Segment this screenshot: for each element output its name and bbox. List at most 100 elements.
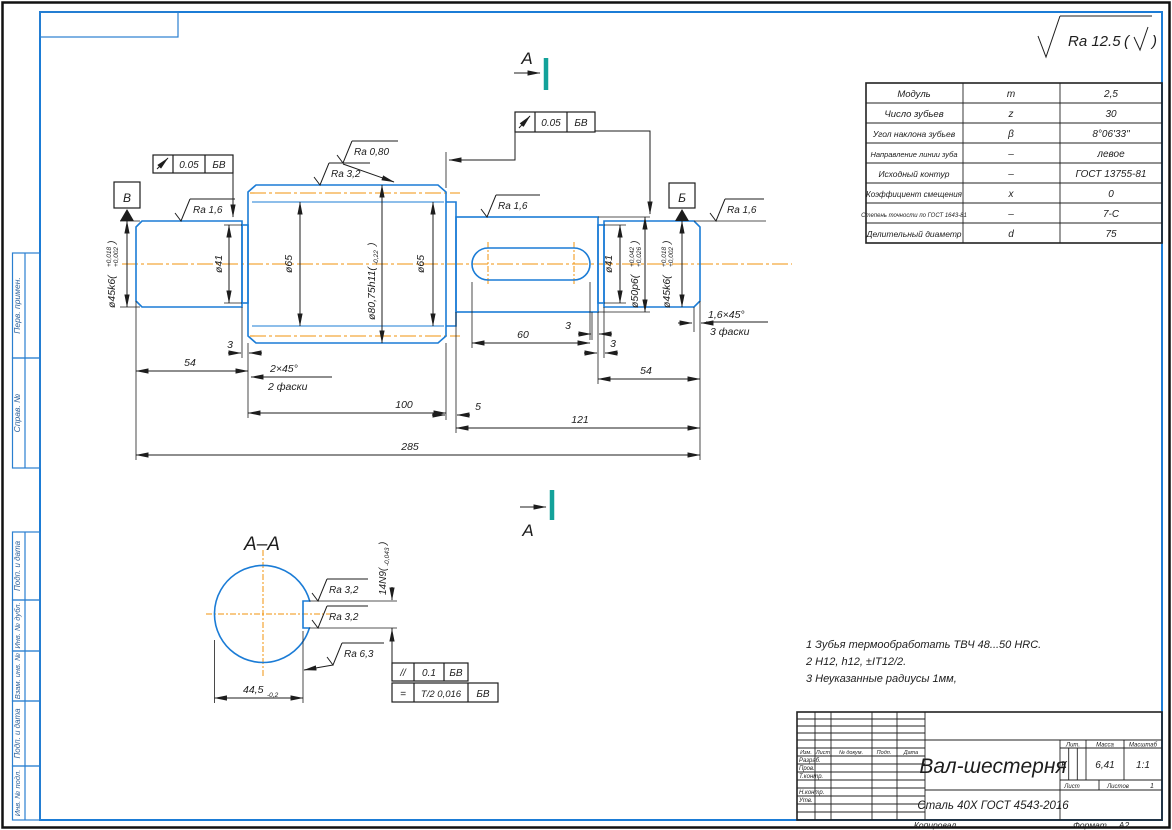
gear-row-label: Коэффициент смещения bbox=[866, 190, 963, 199]
gear-row-label: Число зубьев bbox=[884, 109, 943, 120]
dim-5: 5 bbox=[475, 401, 481, 413]
dim-chamfer-right: 1,6×45° bbox=[708, 309, 745, 321]
ra32-gear-label: Ra 3,2 bbox=[331, 169, 361, 180]
dim-121: 121 bbox=[571, 414, 589, 426]
parallelism-value: 0.1 bbox=[422, 668, 436, 679]
row-prov: Пров. bbox=[799, 766, 815, 772]
sheets-label: Листов bbox=[1106, 784, 1129, 790]
dim-d80-main: ø80,75h11( bbox=[366, 266, 378, 320]
dim-285: 285 bbox=[400, 441, 419, 453]
dim-d45-left-main: ø45k6( bbox=[106, 274, 118, 308]
gear-row-symbol: z bbox=[1008, 109, 1014, 120]
gear-row-label: Делительный диаметр bbox=[865, 229, 961, 239]
dim-d45-left-sup: +0,018 bbox=[106, 247, 113, 267]
section-aa-title: А–А bbox=[243, 534, 280, 555]
gear-row-symbol: x bbox=[1008, 189, 1015, 200]
gear-row-symbol: – bbox=[1007, 149, 1014, 160]
scale-value: 1:1 bbox=[1136, 760, 1150, 771]
gear-row-value: 30 bbox=[1105, 109, 1117, 120]
note-2: 2 Н12, h12, ±IT12/2. bbox=[805, 656, 906, 668]
datum-left-label: В bbox=[123, 191, 131, 205]
dim-d41-right: ø41 bbox=[603, 255, 615, 273]
section-label-top: А bbox=[520, 49, 532, 68]
material: Сталь 40Х ГОСТ 4543-2016 bbox=[917, 800, 1069, 812]
margin-box-inv-dubl: Инв. № дубл. bbox=[13, 602, 22, 648]
dim-60: 60 bbox=[517, 329, 529, 341]
margin-box-vzam-inv: Взам. инв. № bbox=[13, 653, 22, 699]
dim-chamfer-left-note: 2 фаски bbox=[267, 381, 308, 393]
gear-row-symbol: – bbox=[1007, 169, 1014, 180]
gear-row-label: Исходный контур bbox=[878, 169, 949, 179]
row-razrab: Разраб. bbox=[799, 758, 821, 764]
general-roughness-value: Ra 12.5 bbox=[1068, 33, 1121, 50]
dim-d50-main: ø50p6( bbox=[629, 273, 641, 308]
gear-row-value: 75 bbox=[1105, 229, 1117, 240]
dim-chamfer-left: 2×45° bbox=[269, 363, 298, 375]
ra16-right-label: Ra 1,6 bbox=[727, 205, 757, 216]
mass-value: 6,41 bbox=[1095, 760, 1114, 771]
dim-key-width-close: ) bbox=[378, 542, 389, 546]
dim-54-right: 54 bbox=[640, 365, 652, 377]
margin-box-perv-primen: Перв. примен. bbox=[12, 277, 22, 334]
scale-label: Масштаб bbox=[1129, 743, 1158, 749]
dim-d41-left: ø41 bbox=[213, 255, 225, 273]
dim-54-left: 54 bbox=[184, 357, 196, 369]
gear-row-value: 8°06'33" bbox=[1092, 129, 1130, 140]
drawing-sheet: { "general_roughness": {"value": "Ra 12.… bbox=[0, 0, 1172, 830]
col-list: Лист bbox=[815, 750, 831, 756]
dim-key-depth-sub: -0,2 bbox=[267, 692, 279, 699]
gear-row-symbol: m bbox=[1007, 89, 1015, 100]
margin-box-podp-data-2: Подп. и дата bbox=[13, 708, 22, 759]
symmetry-frame: = Т/2 0,016 БВ bbox=[392, 683, 498, 702]
ra16-keyway-label: Ra 1,6 bbox=[498, 201, 528, 212]
sheet-label: Лист bbox=[1063, 784, 1079, 790]
runout-top-datum: БВ bbox=[574, 118, 588, 129]
dim-3-left: 3 bbox=[227, 339, 233, 351]
ra32-key1-label: Ra 3,2 bbox=[329, 585, 359, 596]
gear-row-symbol: β bbox=[1007, 129, 1014, 140]
col-doc: № докум. bbox=[839, 750, 863, 756]
dim-chamfer-right-note: 3 фаски bbox=[710, 326, 750, 338]
gear-row-label: Модуль bbox=[897, 89, 930, 100]
symmetry-value: Т/2 0,016 bbox=[421, 689, 462, 700]
ra08-label: Ra 0,80 bbox=[354, 147, 389, 158]
gear-row-value: ГОСТ 13755-81 bbox=[1076, 169, 1147, 180]
dim-d45-right-main: ø45k6( bbox=[661, 274, 673, 308]
part-title: Вал-шестерня bbox=[919, 755, 1066, 778]
margin-box-inv-podl: Инв. № подл. bbox=[13, 770, 22, 817]
dim-d50-sub: +0,026 bbox=[636, 247, 643, 267]
lit-label: Лит. bbox=[1065, 743, 1080, 749]
ra32-key2-label: Ra 3,2 bbox=[329, 612, 359, 623]
dim-key-width-sub: -0,043 bbox=[384, 547, 391, 566]
drawing-canvas: Перв. примен. Справ. № Подп. и дата Инв.… bbox=[0, 0, 1172, 830]
sheets-value: 1 bbox=[1150, 783, 1154, 790]
datum-right-label: Б bbox=[678, 191, 686, 205]
gear-row-value: 2,5 bbox=[1103, 89, 1118, 100]
dim-d65-right: ø65 bbox=[415, 255, 427, 273]
symmetry-symbol: = bbox=[400, 689, 406, 700]
col-sign: Подп. bbox=[877, 750, 892, 756]
row-tkontr: Т.контр. bbox=[799, 774, 823, 780]
runout-left-datum: БВ bbox=[212, 160, 226, 171]
dim-d80-sub: -0,22 bbox=[373, 250, 380, 265]
gear-row-symbol: d bbox=[1008, 229, 1014, 240]
gear-row-label: Угол наклона зубьев bbox=[872, 129, 956, 139]
dim-d45-left-sub: +0,002 bbox=[113, 247, 120, 267]
gear-row-label: Направление линии зуба bbox=[870, 150, 957, 159]
col-izm: Изм. bbox=[800, 750, 812, 756]
dim-d45-right-sub: +0,002 bbox=[668, 247, 675, 267]
gear-row-symbol: – bbox=[1007, 209, 1014, 220]
ra16-left-label: Ra 1,6 bbox=[193, 205, 223, 216]
section-label-bottom: А bbox=[521, 521, 533, 540]
dim-d45-right-sup: +0,018 bbox=[661, 247, 668, 267]
note-3: 3 Неуказанные радиусы 1мм, bbox=[806, 673, 957, 685]
gear-row-label: Степень точности по ГОСТ 1643-81 bbox=[861, 213, 967, 219]
ra63-label: Ra 6,3 bbox=[344, 649, 374, 660]
row-nkontr: Н.контр. bbox=[799, 790, 824, 796]
dim-3-key: 3 bbox=[565, 320, 571, 332]
margin-box-sprav-no: Справ. № bbox=[12, 394, 22, 433]
runout-top-value: 0.05 bbox=[541, 118, 561, 129]
format-label: Формат bbox=[1073, 820, 1107, 830]
dim-key-width-main: 14N9( bbox=[378, 566, 389, 595]
gear-row-value: 0 bbox=[1108, 189, 1114, 200]
